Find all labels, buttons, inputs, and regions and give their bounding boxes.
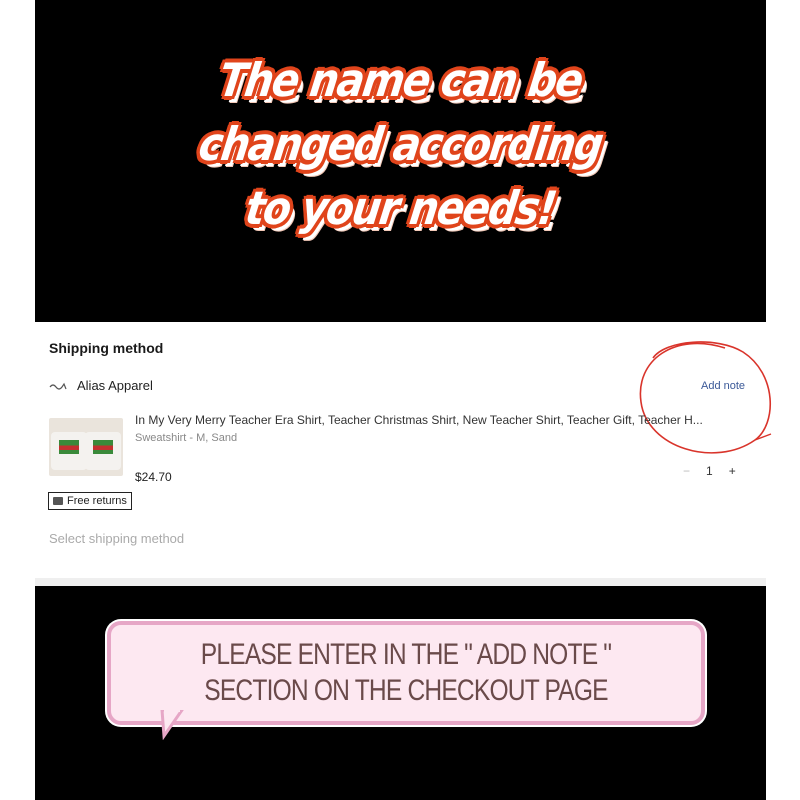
product-thumbnail: [49, 418, 123, 476]
instruction-text: PLEASE ENTER IN THE " ADD NOTE " SECTION…: [200, 638, 612, 707]
store-logo-icon: [49, 382, 67, 390]
item-price: $24.70: [135, 470, 172, 484]
checkout-panel: Shipping method Alias Apparel Add note I…: [35, 322, 772, 578]
quantity-value: 1: [706, 464, 713, 478]
headline-line-2: changed according: [195, 117, 606, 171]
item-variant: Sweatshirt - M, Sand: [135, 432, 238, 444]
headline-line-3: to your needs!: [242, 181, 559, 235]
shirt-front: [51, 432, 87, 470]
store-row: Alias Apparel: [49, 378, 153, 393]
free-returns-label: Free returns: [67, 495, 127, 507]
shirt-back: [85, 432, 121, 470]
section-title: Shipping method: [49, 340, 164, 356]
select-shipping-method[interactable]: Select shipping method: [49, 531, 184, 546]
store-name: Alias Apparel: [77, 378, 153, 393]
increase-button[interactable]: +: [729, 464, 736, 478]
headline-line-1: The name can be: [215, 53, 586, 107]
item-title: In My Very Merry Teacher Era Shirt, Teac…: [135, 413, 703, 427]
free-returns-badge: Free returns: [48, 492, 132, 510]
box-icon: [53, 497, 63, 505]
panel-divider: [35, 578, 766, 586]
instruction-bubble: PLEASE ENTER IN THE " ADD NOTE " SECTION…: [107, 621, 705, 725]
bubble-tail: [160, 710, 184, 740]
annotation-circle: [639, 341, 772, 454]
decrease-button[interactable]: −: [683, 464, 690, 478]
headline-banner: The name can be changed according to you…: [35, 48, 766, 240]
quantity-stepper: − 1 +: [683, 464, 736, 478]
